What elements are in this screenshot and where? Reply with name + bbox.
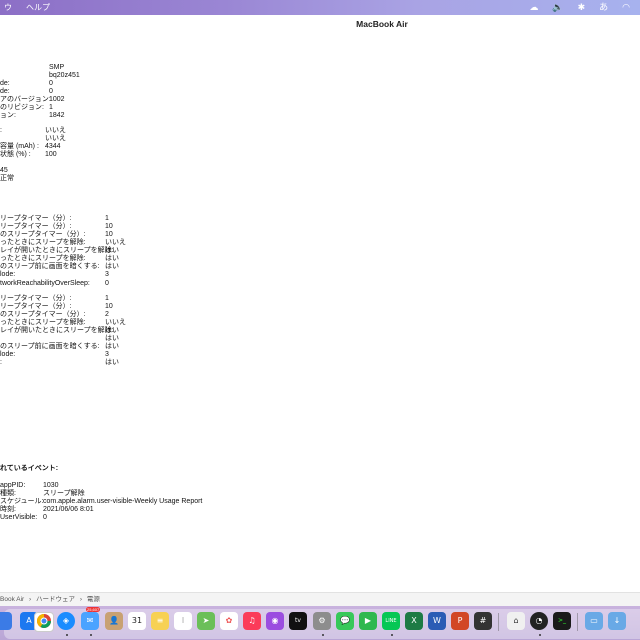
messages-icon[interactable]: 💬 — [336, 612, 354, 630]
path-item-hardware[interactable]: ハードウェア — [36, 596, 75, 603]
line-icon[interactable]: LINE — [382, 612, 400, 630]
running-indicator — [391, 634, 393, 636]
downloads-icon[interactable]: ↓ — [608, 612, 626, 630]
dock-separator — [577, 613, 578, 631]
running-indicator — [66, 634, 68, 636]
path-item-mac[interactable]: Book Air — [0, 596, 24, 603]
running-indicator — [90, 634, 92, 636]
status-area: ☁ 🔈 ✱ あ ◠ — [529, 0, 630, 15]
system-preferences-icon[interactable]: ⚙ — [313, 612, 331, 630]
info-value: 100 — [45, 151, 57, 158]
excel-icon[interactable]: X — [405, 612, 423, 630]
mail-badge: 25,607 — [86, 607, 101, 612]
info-value: bq20z451 — [49, 72, 80, 79]
photos-icon[interactable]: ✿ — [220, 612, 238, 630]
chrome-icon[interactable] — [34, 612, 54, 632]
activity-monitor-icon[interactable]: ◔ — [530, 612, 548, 630]
terminal-icon[interactable]: >_ — [553, 612, 571, 630]
menu-item-help[interactable]: ヘルプ — [26, 2, 50, 13]
finder-icon[interactable] — [0, 612, 12, 630]
reminders-icon[interactable]: ⁝ — [174, 612, 192, 630]
word-icon[interactable]: W — [428, 612, 446, 630]
home-icon[interactable]: ⌂ — [507, 612, 525, 630]
calendar-icon[interactable]: 31 — [128, 612, 146, 630]
cloud-icon[interactable]: ☁ — [529, 0, 538, 15]
path-separator-icon: › — [79, 596, 82, 603]
safari-icon[interactable]: ◈ — [57, 612, 75, 630]
contacts-icon[interactable]: 👤 — [105, 612, 123, 630]
path-item-power[interactable]: 電源 — [87, 596, 100, 603]
info-value: 1842 — [49, 112, 65, 119]
bluetooth-icon[interactable]: ✱ — [578, 0, 586, 15]
running-indicator — [322, 634, 324, 636]
input-method-indicator[interactable]: あ — [599, 0, 608, 15]
window-title: MacBook Air — [356, 19, 408, 29]
finder-folder-icon[interactable]: ▭ — [585, 612, 603, 630]
volume-icon[interactable]: 🔈 — [552, 0, 563, 15]
mail-icon[interactable]: ✉ — [81, 612, 99, 630]
menu-bar: ウ ヘルプ ☁ 🔈 ✱ あ ◠ — [0, 0, 640, 15]
facetime-icon[interactable]: ▶ — [359, 612, 377, 630]
dock: A ◈ ✉ 25,607 👤 31 ≡ ⁝ ➤ ✿ ♫ ◉ tv ⚙ 💬 ▶ L… — [0, 606, 640, 640]
path-separator-icon: › — [29, 596, 32, 603]
path-bar: Book Air › ハードウェア › 電源 — [0, 592, 640, 606]
dock-separator — [498, 613, 499, 631]
notes-icon[interactable]: ≡ — [151, 612, 169, 630]
calculator-icon[interactable]: # — [474, 612, 492, 630]
music-icon[interactable]: ♫ — [243, 612, 261, 630]
appletv-icon[interactable]: tv — [289, 612, 307, 630]
maps-icon[interactable]: ➤ — [197, 612, 215, 630]
podcasts-icon[interactable]: ◉ — [266, 612, 284, 630]
wifi-icon[interactable]: ◠ — [622, 0, 630, 15]
running-indicator — [539, 634, 541, 636]
menu-item-window[interactable]: ウ — [4, 2, 12, 13]
powerpoint-icon[interactable]: P — [451, 612, 469, 630]
